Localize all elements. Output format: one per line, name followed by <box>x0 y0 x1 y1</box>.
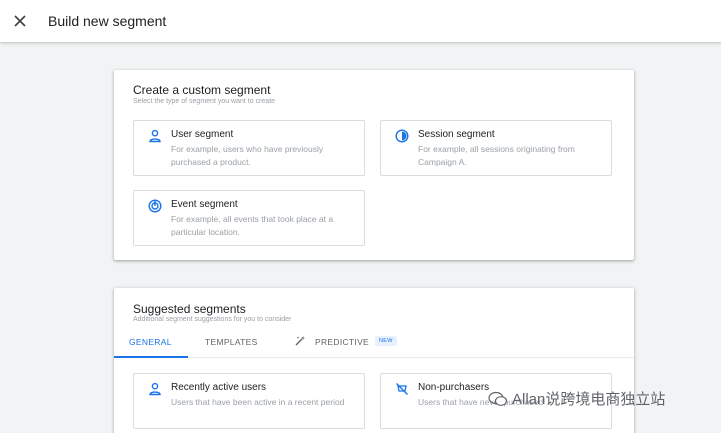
option-name: Session segment <box>418 129 495 140</box>
person-icon <box>149 129 161 143</box>
option-description: For example, all events that took place … <box>171 214 334 237</box>
no-purchase-icon <box>396 383 408 395</box>
user-segment-option[interactable]: User segment For example, users who have… <box>133 120 365 176</box>
page-title: Build new segment <box>48 13 167 29</box>
option-name: User segment <box>171 129 234 140</box>
sparkle-wand-icon <box>295 336 305 346</box>
active-tab-indicator <box>114 356 188 358</box>
session-segment-option[interactable]: Session segment For example, all session… <box>380 120 612 176</box>
custom-segment-subtitle: Select the type of segment you want to c… <box>133 98 276 105</box>
custom-segment-card: Create a custom segment Select the type … <box>114 70 634 260</box>
watermark-text: Allan说跨境电商独立站 <box>512 391 666 408</box>
new-badge: NEW <box>375 336 397 346</box>
suggested-segments-subtitle: Additional segment suggestions for you t… <box>133 316 292 323</box>
option-name: Non-purchasers <box>418 382 490 393</box>
option-description: For example, users who have previously p… <box>171 144 324 167</box>
session-icon <box>395 129 409 143</box>
suggested-segments-title: Suggested segments <box>133 302 246 316</box>
custom-segment-title: Create a custom segment <box>133 83 271 97</box>
close-icon <box>14 15 26 27</box>
tab-general[interactable]: GENERAL <box>129 337 172 347</box>
tab-predictive[interactable]: PREDICTIVE <box>315 337 369 347</box>
close-button[interactable] <box>8 9 32 33</box>
recently-active-users-option[interactable]: Recently active users Users that have be… <box>133 373 365 429</box>
event-icon <box>148 199 162 213</box>
wechat-icon <box>488 391 508 406</box>
person-icon <box>149 382 161 396</box>
top-bar: Build new segment <box>0 0 721 42</box>
segment-tabs: GENERAL TEMPLATES PREDICTIVE NEW <box>114 328 634 358</box>
option-description: For example, all sessions originating fr… <box>418 144 575 167</box>
watermark: Allan说跨境电商独立站 <box>488 388 665 409</box>
option-name: Recently active users <box>171 382 267 393</box>
event-segment-option[interactable]: Event segment For example, all events th… <box>133 190 365 246</box>
option-description: Users that have been active in a recent … <box>171 397 345 407</box>
option-name: Event segment <box>171 199 238 210</box>
tab-templates[interactable]: TEMPLATES <box>205 337 258 347</box>
suggested-segments-card: Suggested segments Additional segment su… <box>114 288 634 433</box>
